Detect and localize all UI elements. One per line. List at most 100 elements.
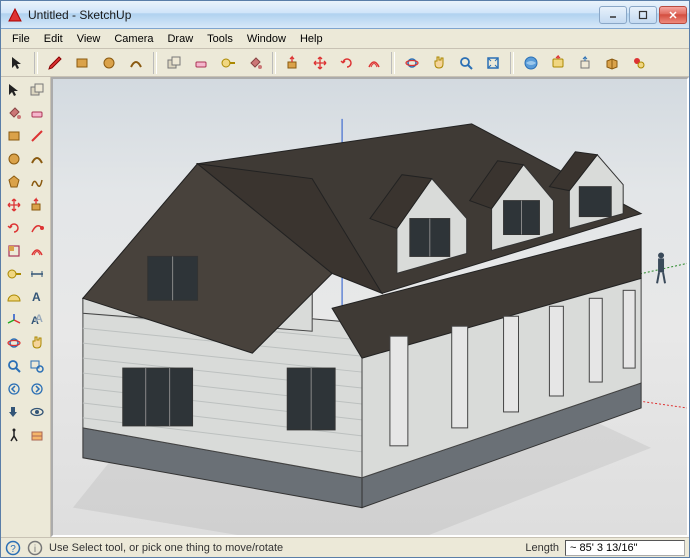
svg-text:?: ? xyxy=(10,544,16,555)
app-window: Untitled - SketchUp File Edit View Camer… xyxy=(0,0,690,558)
body: AAA xyxy=(1,77,689,537)
paint-bucket-icon xyxy=(6,105,22,121)
make-component-button[interactable] xyxy=(26,79,48,101)
rectangle-button[interactable] xyxy=(70,51,94,75)
model-canvas xyxy=(53,79,687,537)
toolbar-left: AAA xyxy=(1,77,51,537)
push-pull-icon xyxy=(29,197,45,213)
packages-button[interactable] xyxy=(600,51,624,75)
push-pull-button[interactable] xyxy=(26,194,48,216)
eraser-button[interactable] xyxy=(189,51,213,75)
arc-button[interactable] xyxy=(124,51,148,75)
get-models-button[interactable] xyxy=(519,51,543,75)
next-icon xyxy=(29,381,45,397)
line-button[interactable] xyxy=(26,125,48,147)
push-pull-button[interactable] xyxy=(281,51,305,75)
zoom-window-button[interactable] xyxy=(26,355,48,377)
text-icon: A xyxy=(29,289,45,305)
pencil-button[interactable] xyxy=(43,51,67,75)
toolbar-top xyxy=(1,49,689,77)
extensions-icon xyxy=(631,55,647,71)
section-plane-button[interactable] xyxy=(26,424,48,446)
length-value[interactable]: ~ 85' 3 13/16" xyxy=(565,540,685,556)
orbit-button[interactable] xyxy=(400,51,424,75)
circle-button[interactable] xyxy=(3,148,25,170)
menu-camera[interactable]: Camera xyxy=(107,31,160,47)
axes-button[interactable] xyxy=(3,309,25,331)
extensions-button[interactable] xyxy=(627,51,651,75)
make-component-icon xyxy=(29,82,45,98)
orbit-button[interactable] xyxy=(3,332,25,354)
dimension-button[interactable] xyxy=(26,263,48,285)
rotate-button[interactable] xyxy=(3,217,25,239)
menu-edit[interactable]: Edit xyxy=(37,31,70,47)
paint-bucket-button[interactable] xyxy=(243,51,267,75)
maximize-button[interactable] xyxy=(629,6,657,24)
freehand-icon xyxy=(29,174,45,190)
walk-button[interactable] xyxy=(3,424,25,446)
move-icon xyxy=(312,55,328,71)
orbit-icon xyxy=(6,335,22,351)
tape-measure-button[interactable] xyxy=(216,51,240,75)
position-camera-button[interactable] xyxy=(3,401,25,423)
menu-tools[interactable]: Tools xyxy=(200,31,240,47)
select-arrow-button[interactable] xyxy=(3,79,25,101)
make-component-button[interactable] xyxy=(162,51,186,75)
zoom-button[interactable] xyxy=(3,355,25,377)
next-button[interactable] xyxy=(26,378,48,400)
status-help-icon[interactable]: ? xyxy=(5,540,21,556)
menu-help[interactable]: Help xyxy=(293,31,330,47)
scale-button[interactable] xyxy=(3,240,25,262)
status-info-icon[interactable]: i xyxy=(27,540,43,556)
titlebar: Untitled - SketchUp xyxy=(1,1,689,29)
zoom-button[interactable] xyxy=(454,51,478,75)
pan-button[interactable] xyxy=(26,332,48,354)
zoom-extents-button[interactable] xyxy=(481,51,505,75)
circle-button[interactable] xyxy=(97,51,121,75)
protractor-icon xyxy=(6,289,22,305)
share-model-icon xyxy=(550,55,566,71)
menu-draw[interactable]: Draw xyxy=(160,31,200,47)
previous-button[interactable] xyxy=(3,378,25,400)
paint-bucket-button[interactable] xyxy=(3,102,25,124)
move-button[interactable] xyxy=(308,51,332,75)
rotate-button[interactable] xyxy=(335,51,359,75)
share-component-button[interactable] xyxy=(573,51,597,75)
menu-view[interactable]: View xyxy=(70,31,108,47)
window-controls xyxy=(599,6,687,24)
section-plane-icon xyxy=(29,427,45,443)
viewport[interactable] xyxy=(51,77,689,537)
share-model-button[interactable] xyxy=(546,51,570,75)
polygon-button[interactable] xyxy=(3,171,25,193)
close-button[interactable] xyxy=(659,6,687,24)
offset-button[interactable] xyxy=(26,240,48,262)
get-models-icon xyxy=(523,55,539,71)
look-around-button[interactable] xyxy=(26,401,48,423)
eraser-button[interactable] xyxy=(26,102,48,124)
make-component-icon xyxy=(166,55,182,71)
tape-measure-button[interactable] xyxy=(3,263,25,285)
paint-bucket-icon xyxy=(247,55,263,71)
arc-icon xyxy=(29,151,45,167)
menu-file[interactable]: File xyxy=(5,31,37,47)
minimize-button[interactable] xyxy=(599,6,627,24)
follow-me-icon xyxy=(29,220,45,236)
offset-button[interactable] xyxy=(362,51,386,75)
walk-icon xyxy=(6,427,22,443)
toolbar-separator xyxy=(153,52,157,74)
text-button[interactable]: A xyxy=(26,286,48,308)
move-button[interactable] xyxy=(3,194,25,216)
toolbar-separator xyxy=(272,52,276,74)
freehand-button[interactable] xyxy=(26,171,48,193)
menu-window[interactable]: Window xyxy=(240,31,293,47)
select-arrow-button[interactable] xyxy=(5,51,29,75)
status-hint: Use Select tool, or pick one thing to mo… xyxy=(49,542,519,554)
protractor-button[interactable] xyxy=(3,286,25,308)
pan-button[interactable] xyxy=(427,51,451,75)
follow-me-button[interactable] xyxy=(26,217,48,239)
pencil-icon xyxy=(47,55,63,71)
arc-button[interactable] xyxy=(26,148,48,170)
3d-text-button[interactable]: AA xyxy=(26,309,48,331)
3d-text-icon: AA xyxy=(29,312,45,328)
rectangle-button[interactable] xyxy=(3,125,25,147)
